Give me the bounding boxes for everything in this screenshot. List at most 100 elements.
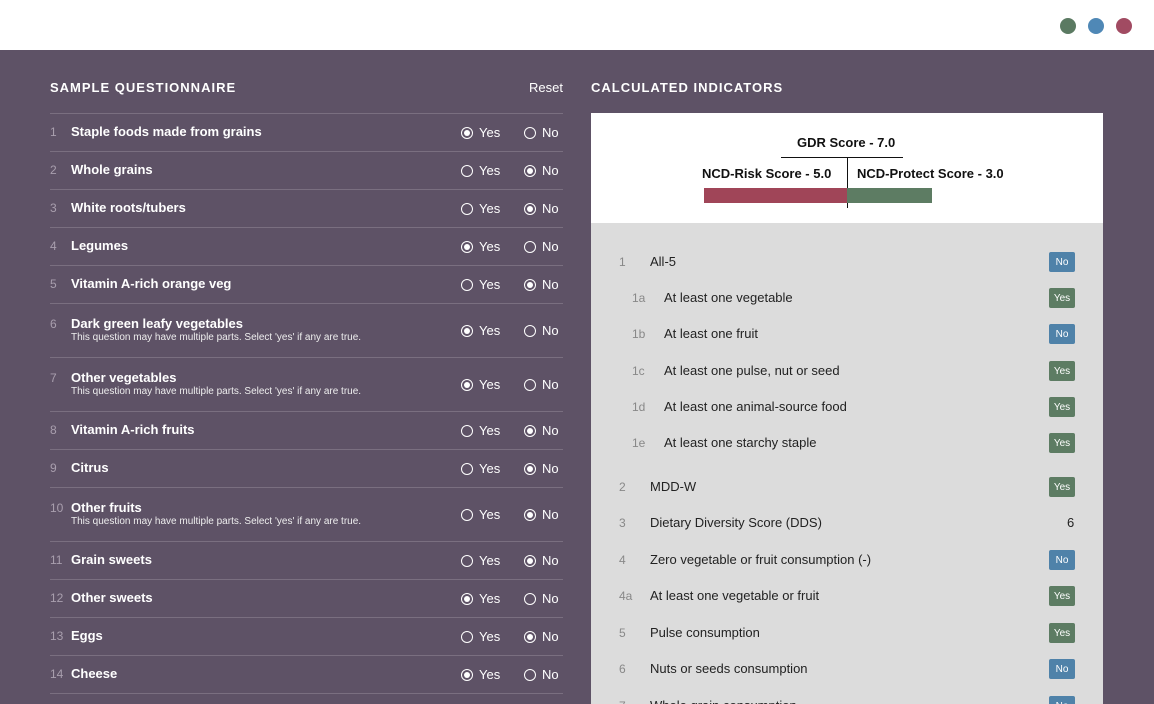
window-titlebar	[0, 0, 1154, 50]
yes-label: Yes	[479, 591, 501, 606]
indicator-number: 6	[619, 662, 626, 676]
question-label: Whole grains	[71, 162, 153, 177]
no-radio[interactable]	[524, 424, 536, 437]
yes-radio[interactable]	[461, 378, 473, 391]
yes-radio[interactable]	[461, 324, 473, 337]
question-row: 2 Whole grains Yes No	[50, 151, 563, 189]
yes-option[interactable]: Yes	[461, 239, 500, 254]
no-radio[interactable]	[524, 630, 536, 643]
indicator-number: 5	[619, 626, 626, 640]
no-label: No	[542, 377, 559, 392]
questionnaire-title: SAMPLE QUESTIONNAIRE	[50, 80, 237, 95]
no-radio[interactable]	[524, 592, 536, 605]
yes-option[interactable]: Yes	[461, 277, 500, 292]
no-option[interactable]: No	[524, 277, 559, 292]
window-dot-blue[interactable]	[1088, 18, 1104, 34]
yes-option[interactable]: Yes	[461, 423, 500, 438]
no-option[interactable]: No	[524, 323, 559, 338]
yes-radio[interactable]	[461, 668, 473, 681]
yes-label: Yes	[479, 629, 501, 644]
indicator-number: 1	[619, 255, 626, 269]
no-option[interactable]: No	[524, 461, 559, 476]
question-number: 9	[50, 461, 57, 475]
question-label: White roots/tubers	[71, 200, 186, 215]
no-radio[interactable]	[524, 202, 536, 215]
yes-radio[interactable]	[461, 462, 473, 475]
no-radio[interactable]	[524, 324, 536, 337]
no-option[interactable]: No	[524, 591, 559, 606]
yes-radio[interactable]	[461, 424, 473, 437]
question-row: 12 Other sweets Yes No	[50, 579, 563, 617]
app-panel: SAMPLE QUESTIONNAIRE Reset 1 Staple foods…	[0, 50, 1154, 704]
yes-option[interactable]: Yes	[461, 163, 500, 178]
yes-option[interactable]: Yes	[461, 377, 500, 392]
question-number: 2	[50, 163, 57, 177]
no-radio[interactable]	[524, 668, 536, 681]
no-radio[interactable]	[524, 126, 536, 139]
window-dot-green[interactable]	[1060, 18, 1076, 34]
no-option[interactable]: No	[524, 629, 559, 644]
yes-option[interactable]: Yes	[461, 125, 500, 140]
indicator-label: Zero vegetable or fruit consumption (-)	[650, 552, 872, 567]
yes-option[interactable]: Yes	[461, 629, 500, 644]
no-radio[interactable]	[524, 240, 536, 253]
yes-label: Yes	[479, 461, 501, 476]
question-number: 10	[50, 501, 64, 515]
no-radio[interactable]	[524, 462, 536, 475]
yes-radio[interactable]	[461, 278, 473, 291]
window-dot-red[interactable]	[1116, 18, 1132, 34]
yes-radio[interactable]	[461, 202, 473, 215]
no-option[interactable]: No	[524, 377, 559, 392]
no-option[interactable]: No	[524, 201, 559, 216]
question-label: Staple foods made from grains	[71, 124, 262, 139]
yes-option[interactable]: Yes	[461, 591, 500, 606]
yes-radio[interactable]	[461, 554, 473, 567]
yes-option[interactable]: Yes	[461, 553, 500, 568]
question-row: 9 Citrus Yes No	[50, 449, 563, 487]
indicator-row: 1a At least one vegetable Yes	[591, 285, 1103, 313]
indicator-row: 1c At least one pulse, nut or seed Yes	[591, 358, 1103, 386]
gdr-divider	[781, 157, 903, 158]
no-radio[interactable]	[524, 164, 536, 177]
yes-radio[interactable]	[461, 164, 473, 177]
yes-option[interactable]: Yes	[461, 323, 500, 338]
no-option[interactable]: No	[524, 553, 559, 568]
yes-option[interactable]: Yes	[461, 201, 500, 216]
question-number: 11	[50, 553, 63, 567]
no-option[interactable]: No	[524, 667, 559, 682]
yes-radio[interactable]	[461, 126, 473, 139]
no-option[interactable]: No	[524, 125, 559, 140]
question-number: 12	[50, 591, 64, 605]
no-radio[interactable]	[524, 554, 536, 567]
yes-radio[interactable]	[461, 630, 473, 643]
indicator-label: Nuts or seeds consumption	[650, 661, 808, 676]
question-row: 1 Staple foods made from grains Yes No	[50, 113, 563, 151]
no-option[interactable]: No	[524, 239, 559, 254]
question-row: 8 Vitamin A-rich fruits Yes No	[50, 411, 563, 449]
ncd-risk-bar	[704, 188, 847, 203]
indicator-number: 4	[619, 553, 626, 567]
no-radio[interactable]	[524, 508, 536, 521]
yes-radio[interactable]	[461, 508, 473, 521]
yes-radio[interactable]	[461, 240, 473, 253]
no-option[interactable]: No	[524, 507, 559, 522]
no-radio[interactable]	[524, 278, 536, 291]
gdr-score: GDR Score - 7.0	[797, 135, 896, 150]
yes-option[interactable]: Yes	[461, 461, 500, 476]
no-label: No	[542, 629, 559, 644]
yes-option[interactable]: Yes	[461, 667, 500, 682]
question-row: 13 Eggs Yes No	[50, 617, 563, 655]
yes-option[interactable]: Yes	[461, 507, 500, 522]
no-radio[interactable]	[524, 378, 536, 391]
question-label: Dark green leafy vegetables	[71, 316, 243, 331]
reset-button[interactable]: Reset	[529, 80, 563, 95]
score-summary: GDR Score - 7.0 NCD-Risk Score - 5.0 NCD…	[591, 113, 1103, 223]
question-label: Grain sweets	[71, 552, 152, 567]
indicator-badge: Yes	[1049, 586, 1075, 606]
no-option[interactable]: No	[524, 423, 559, 438]
yes-radio[interactable]	[461, 592, 473, 605]
question-row: 11 Grain sweets Yes No	[50, 541, 563, 579]
question-number: 1	[50, 125, 57, 139]
no-option[interactable]: No	[524, 163, 559, 178]
question-number: 7	[50, 371, 57, 385]
